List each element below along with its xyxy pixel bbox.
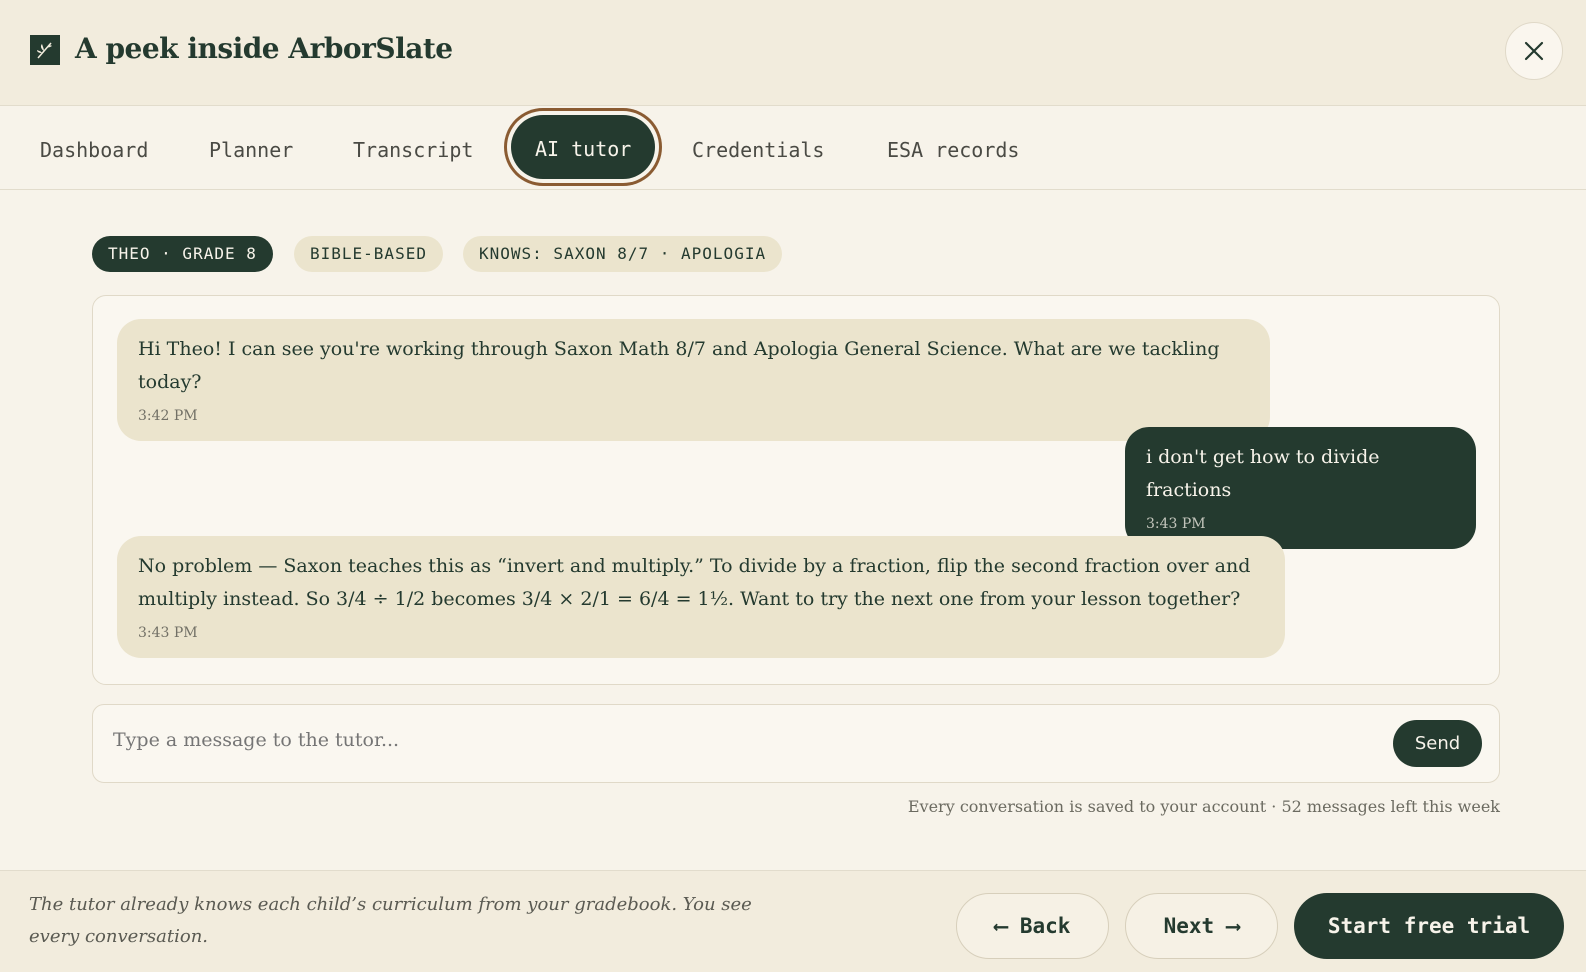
message-text-line1: No problem — Saxon teaches this as “inve…: [138, 555, 1251, 577]
message-time: 3:43 PM: [138, 625, 198, 641]
curriculum-chip: KNOWS: SAXON 8/7 · APOLOGIA: [463, 236, 783, 272]
tab-transcript[interactable]: Transcript: [353, 134, 473, 166]
leaf-icon: [30, 35, 60, 65]
header: A peek inside ArborSlate: [0, 0, 1586, 106]
close-icon: [1524, 41, 1544, 61]
tab-esa-records[interactable]: ESA records: [887, 134, 1019, 166]
tab-dashboard[interactable]: Dashboard: [40, 134, 148, 166]
start-trial-button[interactable]: Start free trial: [1294, 893, 1564, 959]
back-button[interactable]: ⟵ Back: [956, 893, 1109, 959]
footer-note: The tutor already knows each child’s cur…: [29, 894, 752, 947]
message-time: 3:42 PM: [138, 408, 198, 424]
close-button[interactable]: [1505, 22, 1563, 80]
send-button[interactable]: Send: [1393, 720, 1482, 767]
message-text-line2: multiply instead. So 3/4 ÷ 1/2 becomes 3…: [138, 588, 1241, 610]
tutor-message: Hi Theo! I can see you're working throug…: [117, 319, 1270, 441]
tutor-message: No problem — Saxon teaches this as “inve…: [117, 536, 1285, 658]
next-button[interactable]: Next ⟶: [1125, 893, 1278, 959]
footer: The tutor already knows each child’s cur…: [0, 870, 1586, 972]
message-text: i don't get how to divide fractions: [1146, 446, 1380, 501]
usage-note: Every conversation is saved to your acco…: [907, 797, 1500, 816]
tab-bar: Dashboard Planner Transcript AI tutor Cr…: [0, 106, 1586, 190]
message-composer: Send: [92, 704, 1500, 783]
message-input[interactable]: [113, 729, 1353, 751]
student-chip: THEO · GRADE 8: [92, 236, 273, 272]
tab-ai-tutor[interactable]: AI tutor: [511, 115, 656, 179]
page-title: A peek inside ArborSlate: [75, 32, 453, 65]
student-message: i don't get how to divide fractions 3:43…: [1125, 427, 1476, 549]
tab-planner[interactable]: Planner: [209, 134, 293, 166]
chat-transcript: Hi Theo! I can see you're working throug…: [92, 295, 1500, 685]
message-time: 3:43 PM: [1146, 516, 1206, 532]
tab-credentials[interactable]: Credentials: [692, 134, 824, 166]
message-text: Hi Theo! I can see you're working throug…: [138, 338, 1220, 393]
worldview-chip: BIBLE-BASED: [294, 236, 443, 272]
